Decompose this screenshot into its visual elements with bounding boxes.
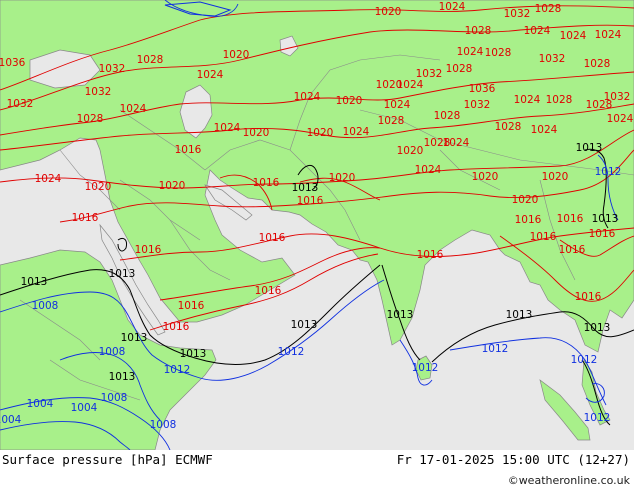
- isobar-label: 1013: [109, 371, 136, 383]
- isobar-label: 1024: [514, 94, 541, 106]
- isobar-label: 1028: [434, 110, 461, 122]
- isobar-label: 1012: [595, 166, 622, 178]
- isobar-label: 1020: [223, 49, 250, 61]
- isobar-label: 1013: [21, 276, 48, 288]
- isobar-label: 1024: [35, 173, 62, 185]
- isobar-label: 1020: [329, 172, 356, 184]
- isobar-label: 1028: [485, 47, 512, 59]
- map-title: Surface pressure [hPa] ECMWF: [2, 452, 213, 467]
- isobar-label: 1012: [164, 364, 191, 376]
- isobar-label: 1024: [397, 79, 424, 91]
- isobar-label: 1008: [99, 346, 126, 358]
- isobar-label: 1016: [255, 285, 282, 297]
- isobar-label: 1013: [592, 213, 619, 225]
- isobar-label: 1016: [417, 249, 444, 261]
- isobar-label: 1024: [531, 124, 558, 136]
- isobar-label: 1013: [291, 319, 318, 331]
- surface-pressure-map: 1020 10241032 10281028 1024 1024 102410201028…: [0, 0, 634, 450]
- isobar-label: 1024: [524, 25, 551, 37]
- isobar-label: 1028: [584, 58, 611, 70]
- isobar-label: 1016: [589, 228, 616, 240]
- isobar-label: 1024: [343, 126, 370, 138]
- isobar-label: 1028: [424, 137, 451, 149]
- isobar-label: 1028: [546, 94, 573, 106]
- isobar-label: 1032: [99, 63, 126, 75]
- isobar-label: 1016: [178, 300, 205, 312]
- isobar-label: 1013: [180, 348, 207, 360]
- isobar-label: 1020: [375, 6, 402, 18]
- isobar-label: 1020: [472, 171, 499, 183]
- isobar-label: 1024: [607, 113, 634, 125]
- isobar-label: 1024: [415, 164, 442, 176]
- isobar-label: 1013: [506, 309, 533, 321]
- isobar-label: 1012: [584, 412, 611, 424]
- isobar-label: 1020: [397, 145, 424, 157]
- isobar-label: 1012: [482, 343, 509, 355]
- isobar-label: 1032: [539, 53, 566, 65]
- isobar-label: 1036: [469, 83, 496, 95]
- isobar-label: 1013: [387, 309, 414, 321]
- isobar-label: 1016: [297, 195, 324, 207]
- isobar-label: 1024: [595, 29, 622, 41]
- isobar-label: 1024: [197, 69, 224, 81]
- isobar-label: 1016: [253, 177, 280, 189]
- isobar-label: 1012: [278, 346, 305, 358]
- isobar-label: 1016: [575, 291, 602, 303]
- isobar-label: 1024: [384, 99, 411, 111]
- isobar-label: 1016: [515, 214, 542, 226]
- isobar-label: 1016: [259, 232, 286, 244]
- isobar-label: 1028: [465, 25, 492, 37]
- isobar-label: 1016: [530, 231, 557, 243]
- isobar-label: 1016: [557, 213, 584, 225]
- isobar-label: 1016: [559, 244, 586, 256]
- isobar-label: 1008: [150, 419, 177, 431]
- isobar-label: 1032: [7, 98, 34, 110]
- isobar-label: 1036: [0, 57, 26, 69]
- isobar-label: 1004: [71, 402, 98, 414]
- map-footer: Surface pressure [hPa] ECMWF Fr 17-01-20…: [0, 450, 634, 490]
- isobar-label: 1012: [571, 354, 598, 366]
- isobar-label: 1024: [294, 91, 321, 103]
- isobar-label: 1020: [85, 181, 112, 193]
- isobar-label: 1032: [85, 86, 112, 98]
- isobar-label: 1020: [336, 95, 363, 107]
- isobar-label: 1032: [464, 99, 491, 111]
- isobar-label: 1024: [120, 103, 147, 115]
- isobar-label: 1020: [542, 171, 569, 183]
- isobar-label: 1028: [495, 121, 522, 133]
- isobar-label: 1028: [137, 54, 164, 66]
- isobar-label: 1013: [584, 322, 611, 334]
- isobar-label: 1004: [0, 414, 22, 426]
- isobar-label: 1020: [159, 180, 186, 192]
- isobar-label: 1032: [604, 91, 631, 103]
- credit-link[interactable]: ©weatheronline.co.uk: [508, 474, 630, 487]
- isobar-label: 1016: [135, 244, 162, 256]
- isobar-label: 1024: [560, 30, 587, 42]
- isobar-label: 1004: [27, 398, 54, 410]
- isobar-label: 1016: [163, 321, 190, 333]
- isobar-label: 1020: [307, 127, 334, 139]
- isobar-label: 1020: [512, 194, 539, 206]
- isobar-label: 1012: [412, 362, 439, 374]
- isobar-label: 1020: [243, 127, 270, 139]
- isobar-label: 1024: [457, 46, 484, 58]
- isobar-label: 1032: [504, 8, 531, 20]
- isobar-label: 1013: [292, 182, 319, 194]
- isobar-label: 1028: [77, 113, 104, 125]
- isobar-label: 1013: [576, 142, 603, 154]
- isobar-label: 1024: [439, 1, 466, 13]
- isobar-label: 1028: [378, 115, 405, 127]
- isobar-label: 1016: [175, 144, 202, 156]
- isobar-label: 1013: [121, 332, 148, 344]
- isobar-label: 1013: [109, 268, 136, 280]
- isobar-label: 1016: [72, 212, 99, 224]
- isobar-label: 1028: [446, 63, 473, 75]
- isobar-label: 1028: [535, 3, 562, 15]
- valid-time: Fr 17-01-2025 15:00 UTC (12+27): [396, 452, 630, 467]
- isobar-label: 1008: [101, 392, 128, 404]
- isobar-label: 1008: [32, 300, 59, 312]
- isobar-label: 1024: [214, 122, 241, 134]
